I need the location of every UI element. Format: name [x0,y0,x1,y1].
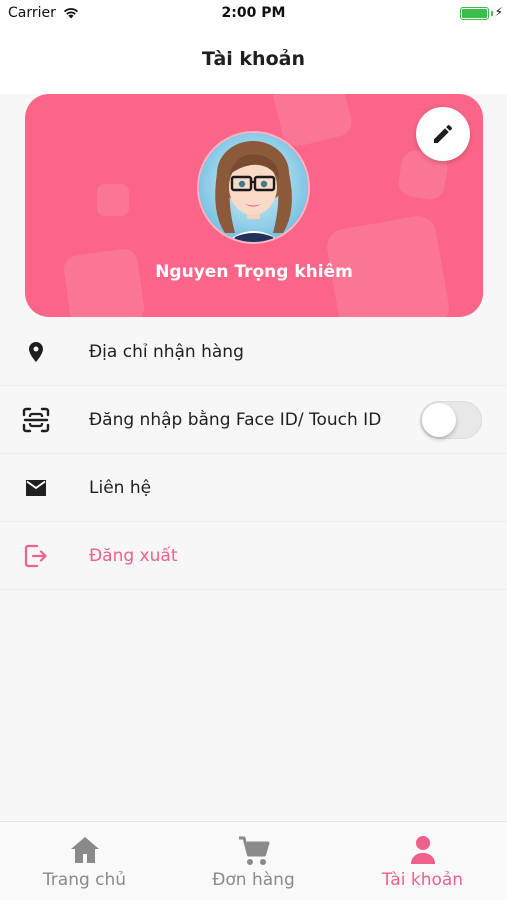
menu-item-label: Đăng nhập bằng Face ID/ Touch ID [89,409,382,430]
tab-label: Trang chủ [42,870,127,890]
card-decoration [97,184,129,216]
menu-item-logout[interactable]: Đăng xuất [0,522,507,590]
location-pin-icon [22,338,50,366]
avatar-image [199,133,308,242]
tab-label: Đơn hàng [212,870,295,890]
menu-item-label: Đăng xuất [89,545,178,566]
avatar[interactable] [197,131,310,244]
tab-bar: Trang chủ Đơn hàng Tài khoản [0,821,507,900]
menu-item-label: Liên hệ [89,477,152,498]
edit-profile-button[interactable] [416,107,470,161]
menu-item-label: Địa chỉ nhận hàng [89,342,244,362]
nav-bar: Tài khoản [0,26,507,94]
tab-home[interactable]: Trang chủ [0,822,169,900]
toggle-knob [422,402,456,437]
battery-tip [491,11,493,16]
status-time: 2:00 PM [221,5,286,21]
account-menu: Địa chỉ nhận hàng Đăng nhập bằng Face ID… [0,319,507,590]
profile-name: Nguyen Trọng khiêm [155,262,353,282]
cart-icon [169,835,338,867]
charging-icon: ⚡ [494,5,503,19]
face-id-toggle[interactable] [420,400,482,439]
logout-icon [22,542,50,570]
tab-label: Tài khoản [381,870,464,890]
tab-account[interactable]: Tài khoản [338,822,507,900]
menu-item-face-id-login: Đăng nhập bằng Face ID/ Touch ID [0,386,507,454]
page-title: Tài khoản [202,48,305,70]
face-id-scan-icon [22,406,50,434]
card-decoration [62,247,146,317]
menu-item-shipping-address[interactable]: Địa chỉ nhận hàng [0,319,507,386]
status-bar: Carrier 2:00 PM ⚡ [0,0,507,26]
person-icon [338,835,507,867]
profile-card: Nguyen Trọng khiêm [25,94,483,317]
menu-item-contact[interactable]: Liên hệ [0,454,507,522]
battery-icon [460,7,489,20]
tab-orders[interactable]: Đơn hàng [169,822,338,900]
pencil-icon [434,124,453,143]
home-icon [0,835,169,867]
mail-icon [22,474,50,502]
